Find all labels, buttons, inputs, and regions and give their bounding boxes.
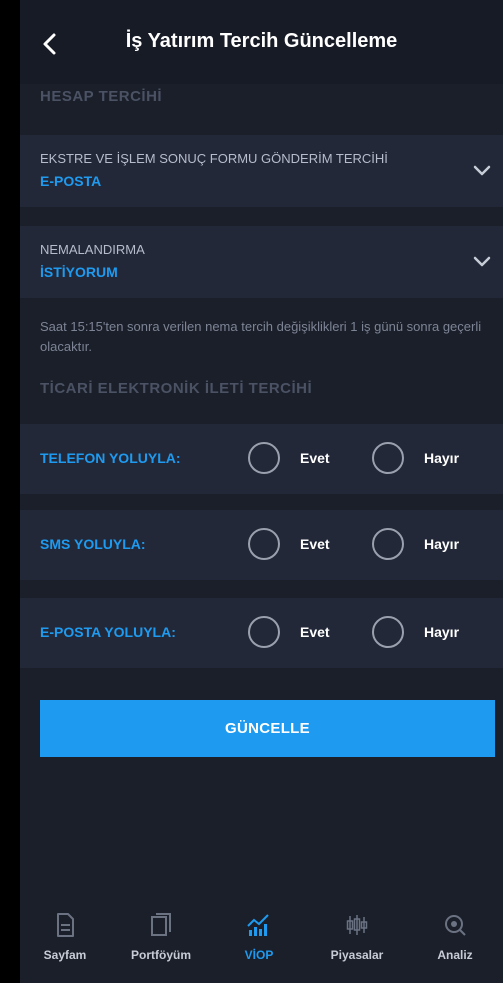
yes-radio[interactable] [248,528,280,560]
tab-piyasalar[interactable]: Piyasalar [312,912,402,962]
header-bar: İş Yatırım Tercih Güncelleme [20,0,503,84]
tab-label: Portföyüm [131,948,191,962]
magnifier-icon [445,915,466,936]
yes-radio[interactable] [248,616,280,648]
candlestick-icon [346,915,368,935]
phone-consent-row: TELEFON YOLUYLA: Evet Hayır [20,424,503,494]
no-radio[interactable] [372,616,404,648]
statement-delivery-select[interactable]: EKSTRE VE İŞLEM SONUÇ FORMU GÖNDERİM TER… [20,135,503,207]
chevron-down-icon [473,256,491,267]
update-button[interactable]: GÜNCELLE [40,700,495,757]
tab-label: Sayfam [43,948,87,962]
tab-analiz[interactable]: Analiz [410,912,500,962]
no-label[interactable]: Hayır [424,624,459,640]
section-heading-commercial: TİCARİ ELEKTRONİK İLETİ TERCİHİ [40,380,313,397]
document-icon [57,913,74,937]
chevron-down-icon [473,165,491,176]
select-label: NEMALANDIRMA [40,242,145,257]
interest-select[interactable]: NEMALANDIRMA İSTİYORUM [20,226,503,298]
yes-label[interactable]: Evet [300,450,330,466]
select-value: İSTİYORUM [40,264,118,280]
tab-label: VİOP [244,948,274,962]
tab-label: Analiz [437,948,473,962]
portfolio-icon [151,913,171,936]
page-title: İş Yatırım Tercih Güncelleme [125,30,398,52]
email-consent-row: E-POSTA YOLUYLA: Evet Hayır [20,598,503,668]
section-heading-account: HESAP TERCİHİ [40,88,163,105]
row-label: E-POSTA YOLUYLA: [40,624,176,640]
yes-label[interactable]: Evet [300,536,330,552]
tab-portfoyum[interactable]: Portföyüm [116,912,206,962]
select-value: E-POSTA [40,173,102,189]
select-label: EKSTRE VE İŞLEM SONUÇ FORMU GÖNDERİM TER… [40,151,388,166]
row-label: TELEFON YOLUYLA: [40,450,181,466]
bottom-tab-bar: Sayfam Portföyüm VİOP Piyasalar Analiz [20,900,503,983]
interest-note: Saat 15:15'ten sonra verilen nema tercih… [40,319,482,354]
no-radio[interactable] [372,442,404,474]
yes-label[interactable]: Evet [300,624,330,640]
tab-label: Piyasalar [330,948,384,962]
sms-consent-row: SMS YOLUYLA: Evet Hayır [20,510,503,580]
no-label[interactable]: Hayır [424,450,459,466]
tab-viop[interactable]: VİOP [214,912,304,962]
chart-icon [247,914,269,936]
app-screen: İş Yatırım Tercih Güncelleme HESAP TERCİ… [20,0,503,983]
yes-radio[interactable] [248,442,280,474]
tab-sayfam[interactable]: Sayfam [20,912,110,962]
no-radio[interactable] [372,528,404,560]
row-label: SMS YOLUYLA: [40,536,146,552]
no-label[interactable]: Hayır [424,536,459,552]
